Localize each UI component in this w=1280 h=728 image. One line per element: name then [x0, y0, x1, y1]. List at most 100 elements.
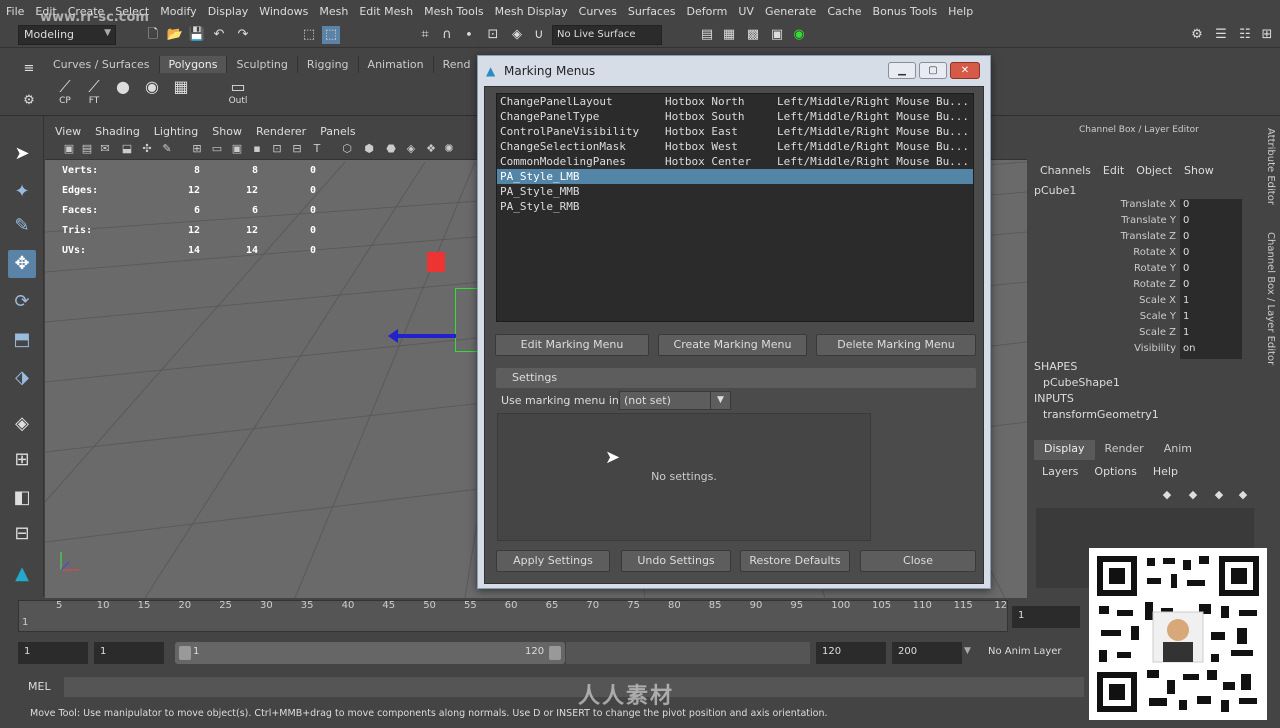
- image-plane-icon[interactable]: ⬓: [120, 142, 134, 156]
- new-scene-icon[interactable]: 🗋: [144, 26, 162, 44]
- minimize-icon[interactable]: ▁: [888, 62, 916, 79]
- channel-box-menu-channels[interactable]: Channels: [1040, 164, 1091, 177]
- close-window-icon[interactable]: ✕: [950, 62, 980, 79]
- menu-surfaces[interactable]: Surfaces: [628, 5, 676, 18]
- attribute-value[interactable]: 0: [1180, 215, 1242, 231]
- menu-cache[interactable]: Cache: [827, 5, 861, 18]
- two-d-pan-icon[interactable]: ✣: [140, 142, 154, 156]
- viewport-menu-lighting[interactable]: Lighting: [154, 125, 198, 138]
- menu-file[interactable]: File: [6, 5, 24, 18]
- menu-mesh-display[interactable]: Mesh Display: [495, 5, 568, 18]
- attribute-value[interactable]: 0: [1180, 231, 1242, 247]
- menu-uv[interactable]: UV: [738, 5, 754, 18]
- attribute-row[interactable]: Rotate Z 0: [1060, 279, 1242, 295]
- mel-input[interactable]: [64, 677, 1084, 697]
- playback-end-field[interactable]: 120: [816, 642, 886, 664]
- camera-select-icon[interactable]: ▣: [62, 142, 76, 156]
- layer-tab-anim[interactable]: Anim: [1154, 440, 1202, 460]
- viewport-menu-view[interactable]: View: [55, 125, 81, 138]
- open-scene-icon[interactable]: 📂: [166, 26, 184, 44]
- shape-node[interactable]: pCubeShape1: [1043, 376, 1120, 389]
- current-frame-field[interactable]: 1: [1012, 606, 1080, 628]
- wireframe-icon[interactable]: ⬡: [340, 142, 354, 156]
- resolution-gate-icon[interactable]: ▣: [230, 142, 244, 156]
- shelf-tab-2[interactable]: Sculpting: [227, 55, 298, 73]
- restore-defaults-button[interactable]: Restore Defaults: [740, 550, 850, 572]
- render-view-icon[interactable]: ▣: [768, 26, 786, 44]
- channel-box-menu-object[interactable]: Object: [1136, 164, 1172, 177]
- menu-windows[interactable]: Windows: [259, 5, 308, 18]
- attribute-value[interactable]: 0: [1180, 199, 1242, 215]
- shelf-button-0[interactable]: ⟋ CP: [52, 78, 78, 108]
- lights-icon[interactable]: ❖: [424, 142, 438, 156]
- layer-menu-options[interactable]: Options: [1094, 465, 1136, 478]
- redo-icon[interactable]: ↷: [234, 26, 252, 44]
- tool-settings-toggle-icon[interactable]: ⊞: [1258, 26, 1276, 44]
- viewport-menu-renderer[interactable]: Renderer: [256, 125, 306, 138]
- input-node[interactable]: transformGeometry1: [1043, 408, 1159, 421]
- marking-menu-row[interactable]: ChangePanelLayout Hotbox North Left/Middle…: [497, 94, 973, 109]
- shelf-button-4[interactable]: ▦: [168, 78, 194, 108]
- attribute-editor-tab[interactable]: Attribute Editor: [1260, 128, 1276, 218]
- object-name[interactable]: pCube1: [1034, 184, 1076, 197]
- wireframe-on-shaded-icon[interactable]: ⬣: [384, 142, 398, 156]
- attribute-editor-toggle-icon[interactable]: ☷: [1236, 26, 1254, 44]
- move-layer-up-icon[interactable]: ◆: [1210, 486, 1228, 504]
- menu-bonus-tools[interactable]: Bonus Tools: [873, 5, 938, 18]
- menu-mesh-tools[interactable]: Mesh Tools: [424, 5, 484, 18]
- layer-menu-help[interactable]: Help: [1153, 465, 1178, 478]
- move-layer-down-icon[interactable]: ◆: [1234, 486, 1252, 504]
- settings-header[interactable]: Settings: [496, 368, 976, 388]
- mode-selector[interactable]: Modeling ▼: [18, 25, 116, 45]
- layer-tab-display[interactable]: Display: [1034, 440, 1095, 460]
- marking-menu-row[interactable]: ChangePanelType Hotbox South Left/Middle/R…: [497, 109, 973, 124]
- viewport-menu-show[interactable]: Show: [212, 125, 242, 138]
- playback-start-field[interactable]: 1: [94, 642, 164, 664]
- attribute-value[interactable]: 0: [1180, 279, 1242, 295]
- marking-menu-row[interactable]: PA_Style_RMB: [497, 199, 973, 214]
- close-button[interactable]: Close: [860, 550, 976, 572]
- channel-box-menu-edit[interactable]: Edit: [1103, 164, 1124, 177]
- select-tool-icon[interactable]: ➤: [8, 140, 36, 168]
- mel-label[interactable]: MEL: [28, 680, 51, 693]
- viewport-menu-shading[interactable]: Shading: [95, 125, 140, 138]
- bookmark-icon[interactable]: ✉: [98, 142, 112, 156]
- move-tool-icon[interactable]: ✥: [8, 250, 36, 278]
- undo-icon[interactable]: ↶: [210, 26, 228, 44]
- shelf-button-3[interactable]: ◉: [139, 78, 165, 108]
- single-perspective-layout-icon[interactable]: ◈: [8, 410, 36, 438]
- grease-pencil-icon[interactable]: ✎: [160, 142, 174, 156]
- blue-move-axis[interactable]: [388, 329, 456, 343]
- menu-edit-mesh[interactable]: Edit Mesh: [359, 5, 413, 18]
- edit-marking-menu-button[interactable]: Edit Marking Menu: [495, 334, 649, 356]
- magnet-icon[interactable]: ∪: [530, 26, 548, 44]
- select-hierarchy-icon[interactable]: ⬚: [300, 26, 318, 44]
- shelf-button-1[interactable]: ⟋ FT: [81, 78, 107, 108]
- attribute-row[interactable]: Visibility on: [1060, 343, 1242, 359]
- shelf-tab-5[interactable]: Rend: [434, 55, 481, 73]
- film-gate-icon[interactable]: ▭: [210, 142, 224, 156]
- end-frame-field[interactable]: 200: [892, 642, 962, 664]
- attribute-value[interactable]: 1: [1180, 311, 1242, 327]
- attribute-row[interactable]: Rotate Y 0: [1060, 263, 1242, 279]
- marking-menu-row[interactable]: PA_Style_MMB: [497, 184, 973, 199]
- marking-menu-row[interactable]: CommonModelingPanes Hotbox Center Left/Mid…: [497, 154, 973, 169]
- attribute-row[interactable]: Scale Z 1: [1060, 327, 1242, 343]
- shelf-tab-1[interactable]: Polygons: [159, 55, 228, 73]
- range-end-handle[interactable]: [549, 646, 561, 660]
- attribute-row[interactable]: Scale X 1: [1060, 295, 1242, 311]
- marking-menu-row[interactable]: PA_Style_LMB: [497, 169, 973, 184]
- render-settings-icon[interactable]: ▤: [698, 26, 716, 44]
- snap-curve-icon[interactable]: ∩: [438, 26, 456, 44]
- camera-attributes-icon[interactable]: ▤: [80, 142, 94, 156]
- channel-box-tab[interactable]: Channel Box / Layer Editor: [1260, 232, 1276, 372]
- outliner-layout-icon[interactable]: ⊟: [8, 520, 36, 548]
- shelf-tab-3[interactable]: Rigging: [298, 55, 359, 73]
- attribute-value[interactable]: 0: [1180, 263, 1242, 279]
- range-slider[interactable]: 1 120: [175, 642, 565, 664]
- rotate-tool-icon[interactable]: ⟳: [8, 288, 36, 316]
- menu-modify[interactable]: Modify: [160, 5, 196, 18]
- red-cube-handle[interactable]: [427, 252, 445, 272]
- grid-toggle-icon[interactable]: ⊞: [190, 142, 204, 156]
- delete-marking-menu-button[interactable]: Delete Marking Menu: [816, 334, 976, 356]
